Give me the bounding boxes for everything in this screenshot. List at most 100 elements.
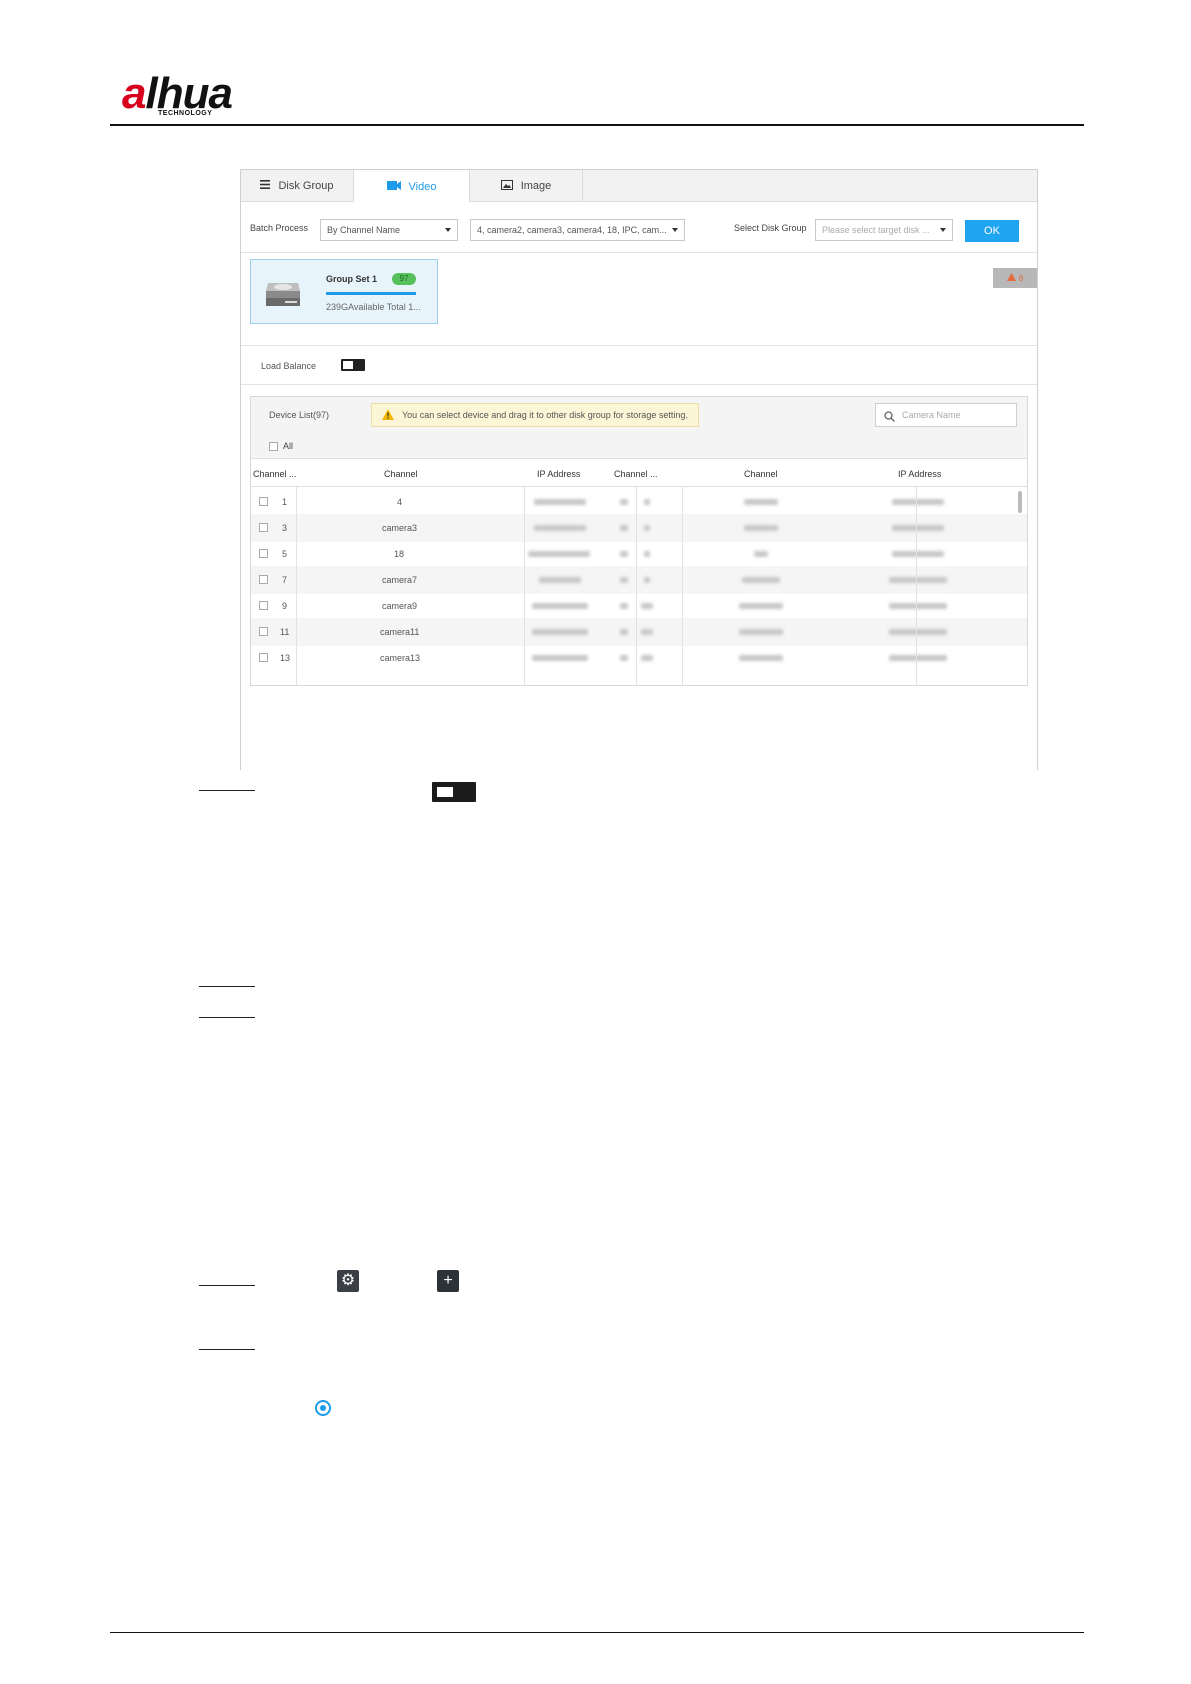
list-icon — [260, 180, 271, 192]
chevron-down-icon — [940, 228, 946, 232]
tab-image[interactable]: Image — [469, 170, 583, 202]
select-all-checkbox[interactable] — [269, 441, 278, 451]
load-balance-toggle[interactable] — [341, 359, 365, 371]
blurred-channel-no — [644, 551, 650, 557]
load-balance-label: Load Balance — [261, 361, 317, 371]
step-underline — [199, 790, 255, 791]
blurred-checkbox — [620, 577, 628, 583]
batch-mode-select[interactable]: By Channel Name — [320, 219, 458, 241]
row-channel-no: 3 — [282, 523, 288, 533]
step-underline — [199, 986, 255, 987]
table-row[interactable]: 9 camera9 — [251, 592, 1027, 620]
row-checkbox[interactable] — [259, 497, 268, 506]
table-scrollbar[interactable] — [1018, 491, 1022, 513]
warning-icon — [382, 408, 394, 422]
gear-icon: ⚙ — [337, 1270, 359, 1292]
blurred-ip — [892, 551, 944, 557]
row-checkbox[interactable] — [259, 627, 268, 636]
blurred-ip — [889, 629, 947, 635]
blurred-ip — [889, 655, 947, 661]
row-channel-no: 1 — [282, 497, 288, 507]
blurred-channel-no — [644, 577, 650, 583]
select-all[interactable]: All — [269, 441, 293, 451]
select-disk-group-label: Select Disk Group — [734, 223, 807, 233]
row-channel-no: 7 — [282, 575, 288, 585]
table-row[interactable]: 5 18 — [251, 540, 1027, 568]
blurred-channel-no — [641, 629, 653, 635]
disk-group-card[interactable]: Group Set 1 97 239GAvailable Total 1... — [250, 259, 438, 324]
tab-disk-group[interactable]: Disk Group — [241, 170, 354, 202]
table-row[interactable]: 7 camera7 — [251, 566, 1027, 594]
plus-icon: + — [437, 1270, 459, 1292]
select-value: 4, camera2, camera3, camera4, 18, IPC, c… — [477, 225, 667, 235]
blurred-channel — [744, 525, 778, 531]
row-checkbox[interactable] — [259, 523, 268, 532]
row-channel: camera11 — [380, 627, 420, 637]
row-channel: 18 — [394, 549, 405, 559]
blurred-ip — [528, 551, 590, 557]
column-divider — [296, 487, 297, 685]
video-camera-icon — [386, 180, 401, 193]
blurred-checkbox — [620, 525, 628, 531]
dahua-logo: alhua TECHNOLOGY — [122, 70, 262, 120]
blurred-channel — [739, 603, 783, 609]
group-name: Group Set 1 — [326, 274, 378, 284]
row-channel-no: 5 — [282, 549, 288, 559]
col-ip-address: IP Address — [537, 469, 581, 479]
step-underline — [199, 1349, 255, 1350]
blurred-ip — [892, 525, 944, 531]
blurred-channel-no — [644, 525, 650, 531]
toggle-knob — [437, 787, 453, 797]
blurred-checkbox — [620, 655, 628, 661]
select-value: By Channel Name — [327, 225, 401, 235]
col-channel-no-2: Channel ... — [614, 469, 658, 479]
blurred-ip — [889, 603, 947, 609]
table-row[interactable]: 1 4 — [251, 488, 1027, 516]
device-list-title: Device List(97) — [269, 410, 330, 420]
row-checkbox[interactable] — [259, 653, 268, 662]
ok-button[interactable]: OK — [965, 220, 1019, 242]
blurred-ip — [532, 655, 588, 661]
blurred-channel — [739, 655, 783, 661]
tab-label: Disk Group — [278, 180, 334, 192]
group-capacity: 239GAvailable Total 1... — [326, 302, 421, 312]
row-channel-no: 13 — [280, 653, 291, 663]
tab-video[interactable]: Video — [354, 170, 469, 203]
toggle-icon — [432, 782, 476, 802]
column-divider — [682, 487, 683, 685]
device-list-header: Device List(97) You can select device an… — [251, 397, 1027, 459]
table-row[interactable]: 13 camera13 — [251, 644, 1027, 672]
blurred-channel — [739, 629, 783, 635]
chevron-down-icon — [672, 228, 678, 232]
column-divider — [524, 487, 525, 685]
table-row[interactable]: 3 camera3 — [251, 514, 1027, 542]
row-channel: camera9 — [382, 601, 418, 611]
blurred-ip — [532, 603, 588, 609]
channel-multiselect[interactable]: 4, camera2, camera3, camera4, 18, IPC, c… — [470, 219, 685, 241]
row-checkbox[interactable] — [259, 549, 268, 558]
toggle-knob — [343, 361, 353, 369]
row-checkbox[interactable] — [259, 575, 268, 584]
drag-hint-banner: You can select device and drag it to oth… — [371, 403, 699, 427]
device-table-header: Channel ... Channel IP Address Channel .… — [251, 460, 1027, 487]
footer-rule — [110, 1632, 1084, 1633]
blurred-channel — [754, 551, 768, 557]
column-divider — [916, 487, 917, 685]
camera-search-input[interactable]: Camera Name — [875, 403, 1017, 427]
select-placeholder: Please select target disk ... — [822, 225, 930, 235]
blurred-ip — [534, 499, 586, 505]
blurred-channel — [742, 577, 780, 583]
blurred-channel-no — [644, 499, 650, 505]
row-channel: camera7 — [382, 575, 418, 585]
step-underline — [199, 1285, 255, 1286]
batch-process-label: Batch Process — [250, 223, 309, 233]
row-checkbox[interactable] — [259, 601, 268, 610]
blurred-ip — [889, 577, 947, 583]
disk-group-select[interactable]: Please select target disk ... — [815, 219, 953, 241]
table-row[interactable]: 11 camera11 — [251, 618, 1027, 646]
blurred-channel-no — [641, 603, 653, 609]
hard-disk-icon — [265, 277, 301, 309]
search-icon — [884, 409, 895, 427]
alarm-badge[interactable]: 8 — [993, 268, 1037, 288]
tab-bar: Disk Group Video Image — [241, 170, 1037, 203]
